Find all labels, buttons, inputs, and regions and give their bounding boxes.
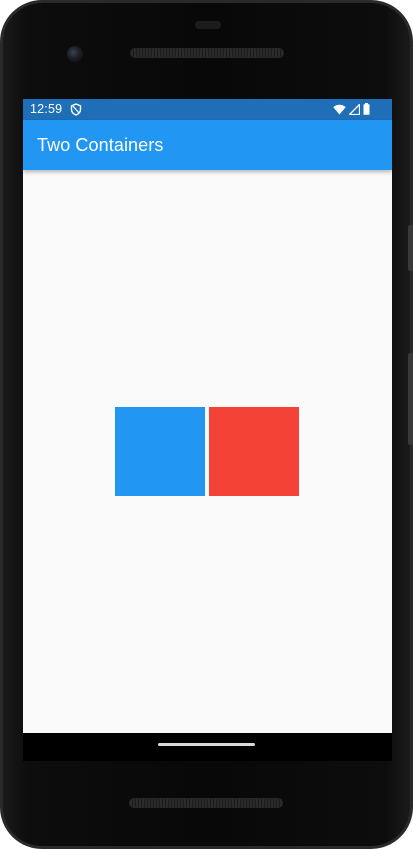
content-area (23, 170, 392, 733)
page-title: Two Containers (37, 135, 164, 155)
power-button (408, 225, 413, 271)
earpiece (195, 21, 221, 29)
shield-icon (70, 103, 82, 116)
screen: 12:59 Two Containers (23, 99, 392, 761)
volume-button (408, 353, 413, 445)
battery-icon (363, 103, 370, 115)
status-time: 12:59 (30, 102, 63, 116)
status-icons (333, 103, 370, 115)
front-camera-icon (67, 46, 83, 62)
red-container (209, 407, 299, 496)
phone-frame: 12:59 Two Containers (0, 0, 413, 849)
containers-row (115, 407, 299, 496)
navigation-bar (23, 733, 392, 761)
bottom-speaker-grille (129, 798, 283, 808)
wifi-icon (333, 104, 346, 114)
top-speaker-grille (130, 48, 284, 58)
signal-icon (349, 103, 360, 115)
status-bar: 12:59 (23, 99, 392, 120)
app-bar: Two Containers (23, 120, 392, 170)
blue-container (115, 407, 205, 496)
home-gesture-handle[interactable] (158, 743, 255, 746)
